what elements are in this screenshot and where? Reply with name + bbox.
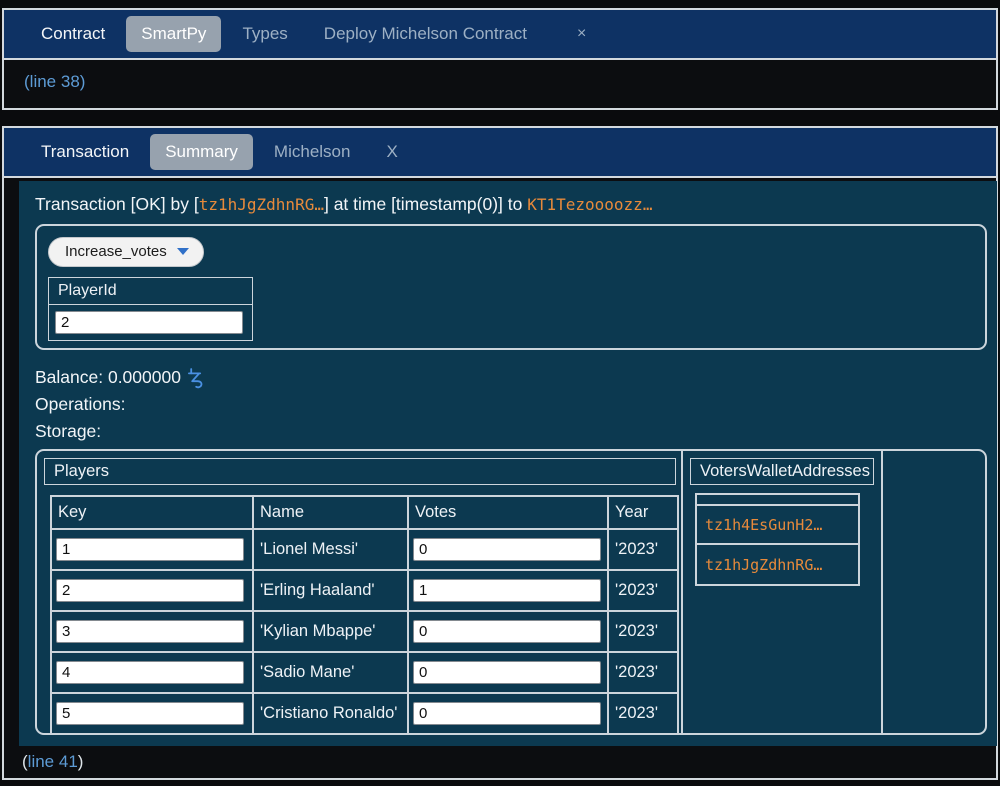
table-row: 'Cristiano Ronaldo' '2023' — [52, 694, 677, 733]
key-cell — [52, 653, 254, 692]
tab-transaction[interactable]: Transaction — [26, 134, 144, 170]
name-cell: 'Sadio Mane' — [254, 653, 409, 692]
year-cell: '2023' — [609, 653, 673, 692]
players-header-row: Key Name Votes Year — [52, 497, 677, 530]
status-close-paren: ) — [78, 752, 84, 772]
tab-summary[interactable]: Summary — [150, 134, 253, 170]
name-cell: 'Kylian Mbappe' — [254, 612, 409, 651]
list-item: tz1hJgZdhnRG… — [697, 545, 858, 584]
transaction-tabbar: Transaction Summary Michelson X — [4, 128, 996, 178]
tab-smartpy[interactable]: SmartPy — [126, 16, 221, 52]
tez-icon — [188, 368, 203, 389]
contract-tabbar: Contract SmartPy Types Deploy Michelson … — [4, 10, 996, 60]
votes-input[interactable] — [413, 538, 601, 561]
name-cell: 'Erling Haaland' — [254, 571, 409, 610]
storage-label: Storage: — [35, 421, 101, 442]
operations-line: Operations: — [35, 394, 997, 415]
year-cell: '2023' — [609, 571, 673, 610]
voter-address: tz1hJgZdhnRG… — [705, 556, 822, 574]
col-header-name: Name — [254, 497, 409, 528]
voters-title: VotersWalletAddresses — [690, 458, 874, 485]
votes-cell — [409, 530, 609, 569]
key-input[interactable] — [56, 620, 244, 643]
key-cell — [52, 530, 254, 569]
line-41-link[interactable]: line 41 — [28, 752, 78, 772]
players-column: Players Key Name Votes Year 'Lionel Mess… — [37, 451, 683, 733]
key-input[interactable] — [56, 661, 244, 684]
balance-label: Balance: 0.000000 — [35, 367, 181, 388]
voters-empty-header — [697, 495, 858, 506]
votes-input[interactable] — [413, 661, 601, 684]
storage-box: Players Key Name Votes Year 'Lionel Mess… — [35, 449, 987, 735]
key-input[interactable] — [56, 538, 244, 561]
year-cell: '2023' — [609, 612, 673, 651]
transaction-headline-middle: ] at time [timestamp(0)] to — [324, 194, 527, 214]
col-header-key: Key — [52, 497, 254, 528]
name-cell: 'Lionel Messi' — [254, 530, 409, 569]
destination-address: KT1Tezoooozz… — [527, 195, 652, 214]
status-close-paren: ) — [80, 72, 86, 92]
contract-output-panel: Contract SmartPy Types Deploy Michelson … — [2, 8, 998, 110]
table-row: 'Kylian Mbappe' '2023' — [52, 612, 677, 653]
tab-deploy-michelson-contract[interactable]: Deploy Michelson Contract — [309, 16, 542, 52]
voters-column: VotersWalletAddresses tz1h4EsGunH2… tz1h… — [683, 451, 883, 733]
voter-address: tz1h4EsGunH2… — [705, 516, 822, 534]
table-row: 'Erling Haaland' '2023' — [52, 571, 677, 612]
player-id-input[interactable] — [55, 311, 243, 334]
balance-line: Balance: 0.000000 — [35, 367, 997, 388]
tab-x[interactable]: X — [371, 134, 412, 170]
votes-cell — [409, 694, 609, 733]
votes-input[interactable] — [413, 579, 601, 602]
players-table: Key Name Votes Year 'Lionel Messi' '2023… — [50, 495, 679, 735]
line-38-link[interactable]: line 38 — [30, 72, 80, 92]
year-cell: '2023' — [609, 530, 673, 569]
votes-cell — [409, 612, 609, 651]
key-cell — [52, 694, 254, 733]
votes-input[interactable] — [413, 620, 601, 643]
chevron-down-icon — [177, 248, 189, 255]
param-value-cell — [49, 305, 252, 340]
votes-cell — [409, 571, 609, 610]
tab-contract[interactable]: Contract — [26, 16, 120, 52]
votes-input[interactable] — [413, 702, 601, 725]
transaction-headline-prefix: Transaction [OK] by [ — [35, 194, 199, 214]
storage-empty-area — [883, 451, 985, 733]
entrypoint-dropdown[interactable]: Increase_votes — [48, 237, 204, 267]
col-header-year: Year — [609, 497, 673, 528]
transaction-panel: Transaction Summary Michelson X Transact… — [2, 126, 998, 780]
name-cell: 'Cristiano Ronaldo' — [254, 694, 409, 733]
entrypoint-param-table: PlayerId — [48, 277, 253, 341]
transaction-headline: Transaction [OK] by [tz1hJgZdhnRG…] at t… — [35, 194, 997, 215]
votes-cell — [409, 653, 609, 692]
year-cell: '2023' — [609, 694, 673, 733]
voters-table: tz1h4EsGunH2… tz1hJgZdhnRG… — [695, 493, 860, 586]
key-cell — [52, 571, 254, 610]
storage-line: Storage: — [35, 421, 997, 442]
operations-label: Operations: — [35, 394, 125, 415]
entrypoint-dropdown-label: Increase_votes — [65, 243, 167, 260]
contract-status-line: (line 38) — [4, 60, 996, 104]
transaction-status-line: (line 41) — [4, 746, 996, 778]
list-item: tz1h4EsGunH2… — [697, 506, 858, 545]
tab-michelson[interactable]: Michelson — [259, 134, 366, 170]
transaction-report: Transaction [OK] by [tz1hJgZdhnRG…] at t… — [19, 181, 997, 746]
players-title: Players — [44, 458, 676, 485]
param-label: PlayerId — [49, 278, 252, 305]
key-input[interactable] — [56, 702, 244, 725]
entrypoint-box: Increase_votes PlayerId — [35, 224, 987, 350]
table-row: 'Lionel Messi' '2023' — [52, 530, 677, 571]
close-tab-icon[interactable]: × — [562, 17, 601, 51]
tab-types[interactable]: Types — [227, 16, 302, 52]
key-cell — [52, 612, 254, 651]
table-row: 'Sadio Mane' '2023' — [52, 653, 677, 694]
col-header-votes: Votes — [409, 497, 609, 528]
sender-address: tz1hJgZdhnRG… — [199, 195, 324, 214]
key-input[interactable] — [56, 579, 244, 602]
